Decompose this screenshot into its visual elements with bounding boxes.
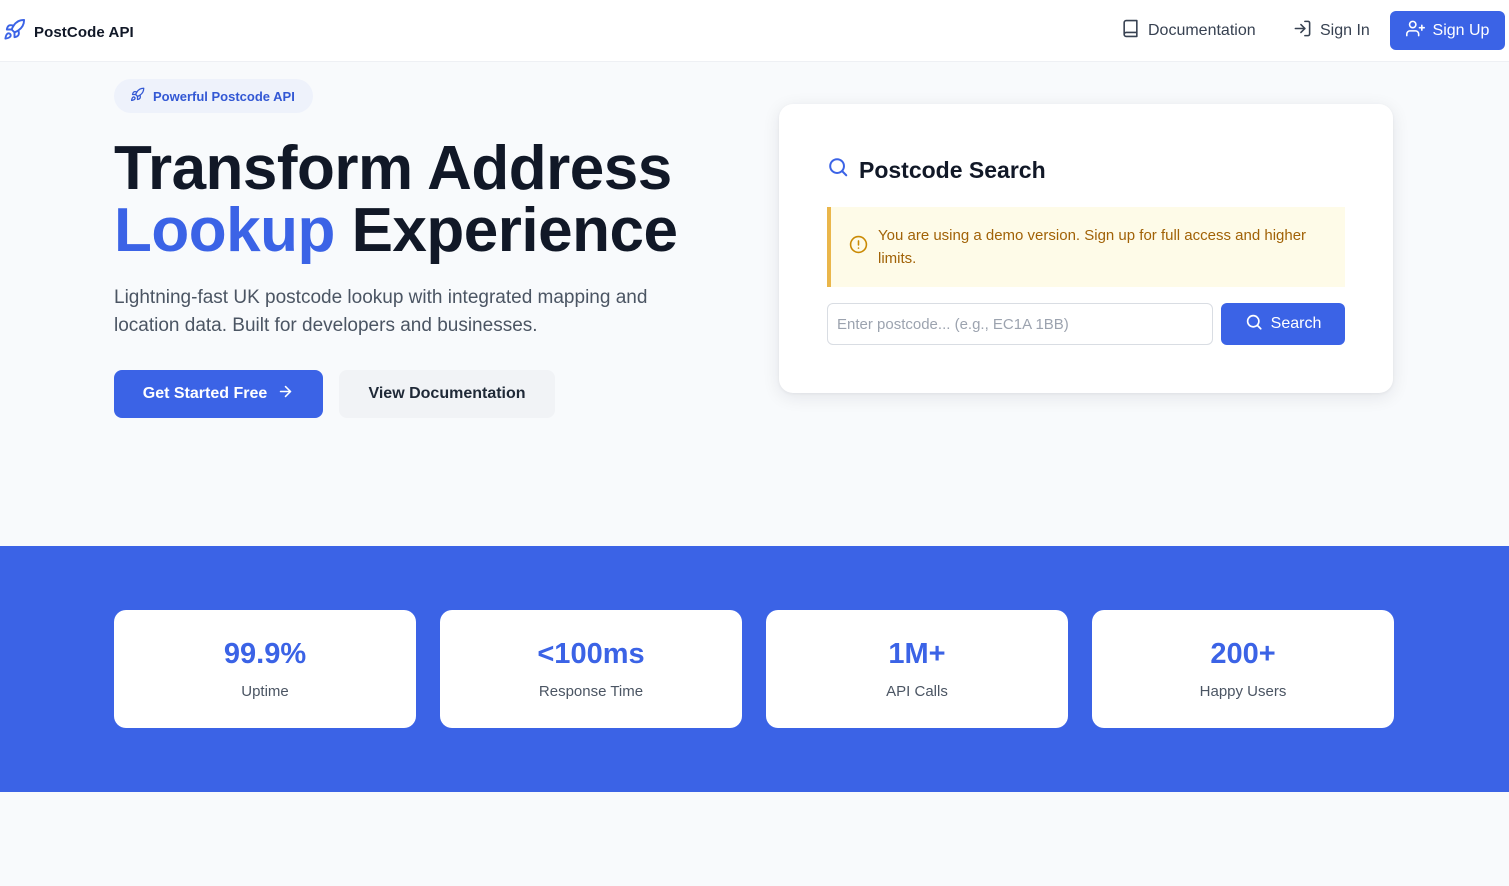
postcode-search-input[interactable]: [827, 303, 1213, 345]
hero-headline: Transform Address Lookup Experience: [114, 138, 678, 265]
stat-card-api-calls: 1M+ API Calls: [766, 610, 1068, 728]
get-started-button[interactable]: Get Started Free: [114, 370, 323, 418]
rocket-icon: [3, 18, 26, 46]
stat-card-response-time: <100ms Response Time: [440, 610, 742, 728]
sign-up-button[interactable]: Sign Up: [1390, 11, 1505, 50]
stat-value: 99.9%: [223, 638, 307, 670]
stats-section: 99.9% Uptime <100ms Response Time 1M+ AP…: [0, 546, 1509, 792]
arrow-right-icon: [277, 383, 294, 405]
demo-alert: You are using a demo version. Sign up fo…: [827, 207, 1345, 287]
hero-badge-label: Powerful Postcode API: [153, 88, 295, 104]
user-plus-icon: [1405, 19, 1425, 43]
alert-circle-icon: [849, 235, 868, 259]
brand-logo[interactable]: PostCode API: [3, 18, 134, 46]
postcode-search-card: Postcode Search You are using a demo ver…: [779, 104, 1393, 393]
view-documentation-button[interactable]: View Documentation: [339, 370, 555, 418]
stat-card-happy-users: 200+ Happy Users: [1092, 610, 1394, 728]
card-title-text: Postcode Search: [859, 156, 1046, 183]
headline-rest: Experience: [351, 196, 678, 265]
headline-line1: Transform Address: [114, 134, 672, 203]
stat-value: <100ms: [537, 638, 645, 670]
stat-label: Response Time: [538, 683, 644, 700]
stat-card-uptime: 99.9% Uptime: [114, 610, 416, 728]
headline-accent: Lookup: [114, 196, 335, 265]
sign-up-label: Sign Up: [1432, 21, 1490, 39]
search-icon: [1245, 313, 1263, 336]
stat-value: 1M+: [888, 638, 946, 670]
rocket-icon: [130, 87, 145, 105]
stat-label: API Calls: [886, 683, 948, 700]
search-button-label: Search: [1270, 315, 1322, 332]
search-button[interactable]: Search: [1221, 303, 1345, 345]
search-icon: [827, 156, 849, 184]
nav-sign-in-label: Sign In: [1320, 22, 1370, 39]
hero-badge: Powerful Postcode API: [114, 79, 313, 113]
card-title: Postcode Search: [827, 156, 1046, 184]
brand-name: PostCode API: [34, 23, 134, 41]
stat-value: 200+: [1210, 638, 1276, 670]
book-icon: [1121, 19, 1140, 43]
navbar: PostCode API Documentation Sign In Sign …: [0, 0, 1509, 62]
stat-label: Uptime: [241, 683, 289, 700]
sign-in-icon: [1293, 19, 1312, 43]
demo-alert-text: You are using a demo version. Sign up fo…: [878, 227, 1307, 267]
nav-documentation-label: Documentation: [1148, 22, 1256, 39]
stat-label: Happy Users: [1199, 683, 1287, 700]
nav-sign-in-link[interactable]: Sign In: [1293, 19, 1370, 43]
get-started-label: Get Started Free: [142, 385, 268, 402]
hero-subtext: Lightning-fast UK postcode lookup with i…: [114, 287, 648, 336]
view-documentation-label: View Documentation: [368, 385, 526, 402]
nav-documentation-link[interactable]: Documentation: [1121, 19, 1256, 43]
